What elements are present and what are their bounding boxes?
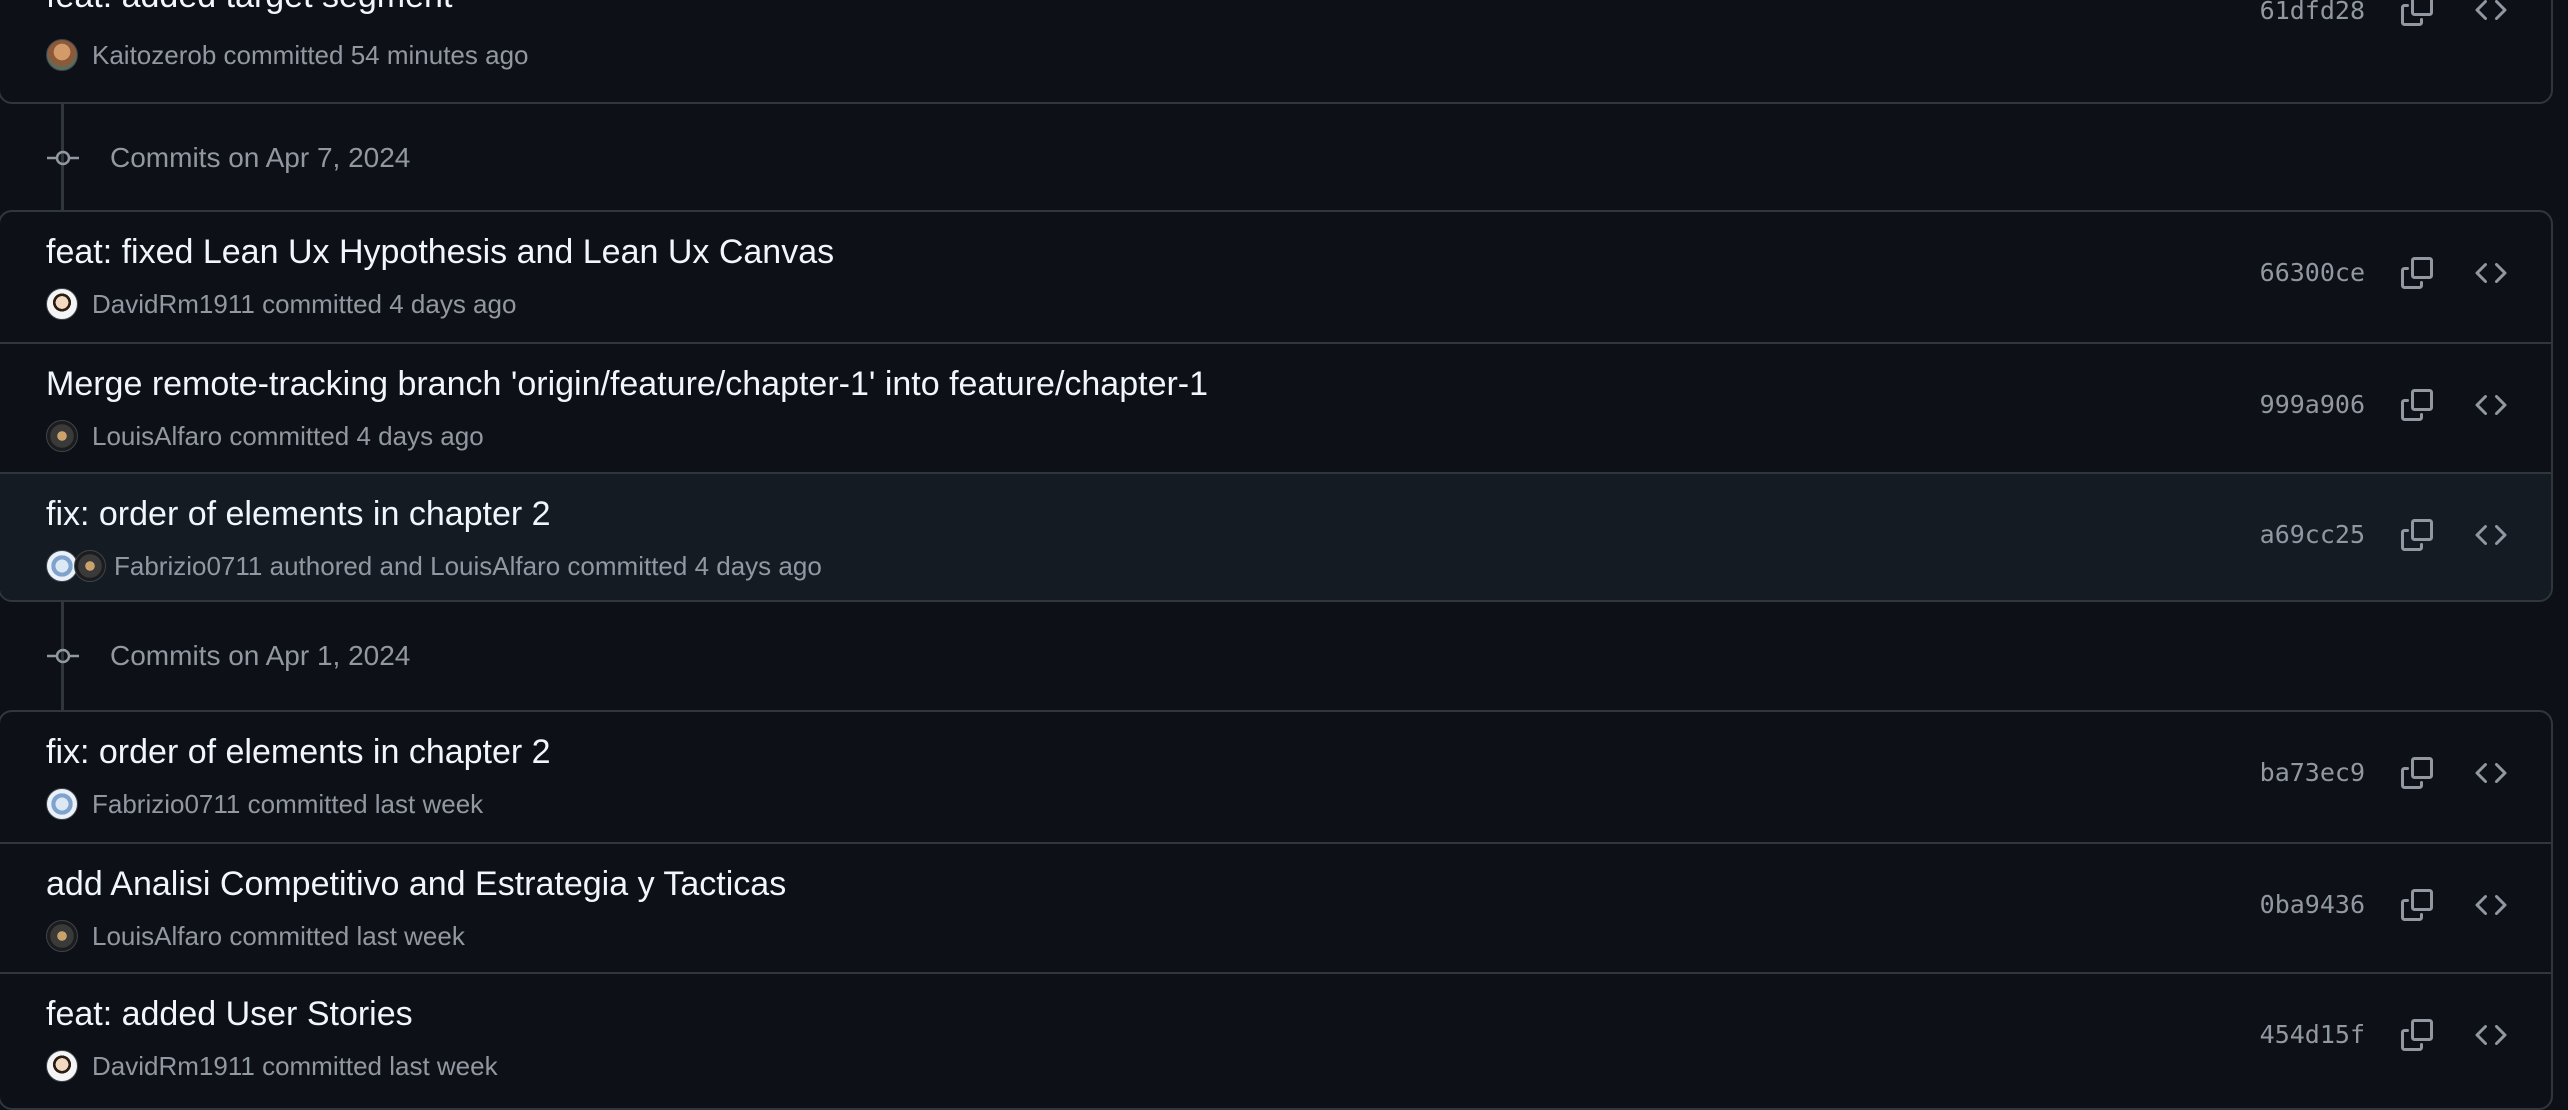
commit-row[interactable]: Merge remote-tracking branch 'origin/fea… <box>0 342 2551 472</box>
author-name[interactable]: LouisAlfaro <box>92 921 222 952</box>
avatar[interactable] <box>46 920 78 952</box>
code-brackets-icon <box>2475 1024 2507 1046</box>
copy-sha-button[interactable] <box>2395 751 2439 795</box>
copy-sha-button[interactable] <box>2395 513 2439 557</box>
code-brackets-icon <box>2475 0 2507 21</box>
commit-meta: DavidRm1911 committed last week <box>46 1048 498 1084</box>
copy-sha-button[interactable] <box>2395 883 2439 927</box>
commit-action: committed <box>229 420 350 451</box>
commit-action: committed <box>567 550 688 581</box>
commit-row[interactable]: add Analisi Competitivo and Estrategia y… <box>0 842 2551 972</box>
commit-message[interactable]: add Analisi Competitivo and Estrategia y… <box>46 862 786 906</box>
commit-message[interactable]: fix: order of elements in chapter 2 <box>46 492 551 536</box>
copy-icon <box>2401 257 2433 289</box>
commit-time[interactable]: last week <box>375 789 483 820</box>
code-brackets-icon <box>2475 894 2507 916</box>
commit-sha[interactable]: ba73ec9 <box>2260 758 2365 787</box>
git-commit-icon <box>47 648 79 664</box>
copy-icon <box>2401 519 2433 551</box>
commit-meta: Fabrizio0711 committed last week <box>46 786 483 822</box>
copy-icon <box>2401 1019 2433 1051</box>
avatar[interactable] <box>46 420 78 452</box>
commit-row[interactable]: feat: fixed Lean Ux Hypothesis and Lean … <box>0 212 2551 342</box>
commit-meta: Kaitozerob committed 54 minutes ago <box>46 37 529 73</box>
code-brackets-icon <box>2475 524 2507 546</box>
commit-time[interactable]: 4 days ago <box>356 421 483 452</box>
copy-icon <box>2401 889 2433 921</box>
commit-row[interactable]: fix: order of elements in chapter 2 Fabr… <box>0 472 2551 600</box>
git-commit-icon <box>47 150 79 166</box>
browse-repo-button[interactable] <box>2469 0 2513 32</box>
author-name[interactable]: Kaitozerob <box>92 40 216 71</box>
commit-meta: Fabrizio0711 authored and LouisAlfaro co… <box>46 548 822 584</box>
avatar[interactable] <box>46 39 78 71</box>
commit-action: authored and <box>269 550 423 581</box>
commit-time[interactable]: last week <box>389 1051 497 1082</box>
author-name[interactable]: Fabrizio0711 <box>92 789 240 820</box>
commit-time[interactable]: 54 minutes ago <box>351 40 529 71</box>
commit-action: committed <box>247 788 368 819</box>
commit-row[interactable]: feat: added User Stories DavidRm1911 com… <box>0 972 2551 1102</box>
commit-message[interactable]: feat: added User Stories <box>46 992 413 1036</box>
author-name[interactable]: DavidRm1911 <box>92 1051 255 1082</box>
commit-message[interactable]: fix: order of elements in chapter 2 <box>46 730 551 774</box>
commit-time[interactable]: last week <box>356 921 464 952</box>
copy-icon <box>2401 389 2433 421</box>
commit-message[interactable]: Merge remote-tracking branch 'origin/fea… <box>46 362 1208 406</box>
commit-time[interactable]: 4 days ago <box>389 289 516 320</box>
commit-list: feat: fixed Lean Ux Hypothesis and Lean … <box>0 210 2553 602</box>
commit-meta: LouisAlfaro committed 4 days ago <box>46 418 484 454</box>
avatar[interactable] <box>46 288 78 320</box>
copy-icon <box>2401 0 2433 26</box>
commit-sha[interactable]: 454d15f <box>2260 1020 2365 1049</box>
commit-sha[interactable]: 66300ce <box>2260 258 2365 287</box>
copy-sha-button[interactable] <box>2395 251 2439 295</box>
commit-message[interactable]: feat: fixed Lean Ux Hypothesis and Lean … <box>46 230 834 274</box>
commit-list: feat: added target segment Kaitozerob co… <box>0 0 2553 104</box>
browse-repo-button[interactable] <box>2469 1013 2513 1057</box>
browse-repo-button[interactable] <box>2469 513 2513 557</box>
copy-icon <box>2401 757 2433 789</box>
commit-meta: LouisAlfaro committed last week <box>46 918 465 954</box>
commit-list: fix: order of elements in chapter 2 Fabr… <box>0 710 2553 1110</box>
avatar[interactable] <box>74 550 106 582</box>
code-brackets-icon <box>2475 762 2507 784</box>
code-brackets-icon <box>2475 262 2507 284</box>
commit-sha[interactable]: a69cc25 <box>2260 520 2365 549</box>
commit-time[interactable]: 4 days ago <box>695 551 822 582</box>
commit-sha[interactable]: 999a906 <box>2260 390 2365 419</box>
commit-row[interactable]: fix: order of elements in chapter 2 Fabr… <box>0 712 2551 842</box>
avatar[interactable] <box>46 788 78 820</box>
copy-sha-button[interactable] <box>2395 0 2439 32</box>
copy-sha-button[interactable] <box>2395 383 2439 427</box>
commit-group-header: Commits on Apr 1, 2024 <box>0 604 2555 708</box>
commit-group-date: Commits on Apr 7, 2024 <box>110 142 411 173</box>
browse-repo-button[interactable] <box>2469 751 2513 795</box>
commit-action: committed <box>229 920 350 951</box>
commit-action: committed <box>223 39 344 70</box>
commit-message[interactable]: feat: added target segment <box>46 0 452 18</box>
commit-sha[interactable]: 61dfd28 <box>2260 0 2365 25</box>
author-name[interactable]: LouisAlfaro <box>430 551 560 582</box>
commit-action: committed <box>262 1050 382 1081</box>
browse-repo-button[interactable] <box>2469 883 2513 927</box>
avatar[interactable] <box>46 1050 78 1082</box>
copy-sha-button[interactable] <box>2395 1013 2439 1057</box>
author-name[interactable]: DavidRm1911 <box>92 289 255 320</box>
author-name[interactable]: LouisAlfaro <box>92 421 222 452</box>
browse-repo-button[interactable] <box>2469 251 2513 295</box>
coauthor-name[interactable]: Fabrizio0711 <box>114 551 262 582</box>
commit-group-header: Commits on Apr 7, 2024 <box>0 106 2555 210</box>
commit-meta: DavidRm1911 committed 4 days ago <box>46 286 516 322</box>
commit-group-date: Commits on Apr 1, 2024 <box>110 640 411 671</box>
browse-repo-button[interactable] <box>2469 383 2513 427</box>
commit-sha[interactable]: 0ba9436 <box>2260 890 2365 919</box>
code-brackets-icon <box>2475 394 2507 416</box>
commit-row[interactable]: feat: added target segment Kaitozerob co… <box>0 0 2551 102</box>
commit-action: committed <box>262 288 382 319</box>
